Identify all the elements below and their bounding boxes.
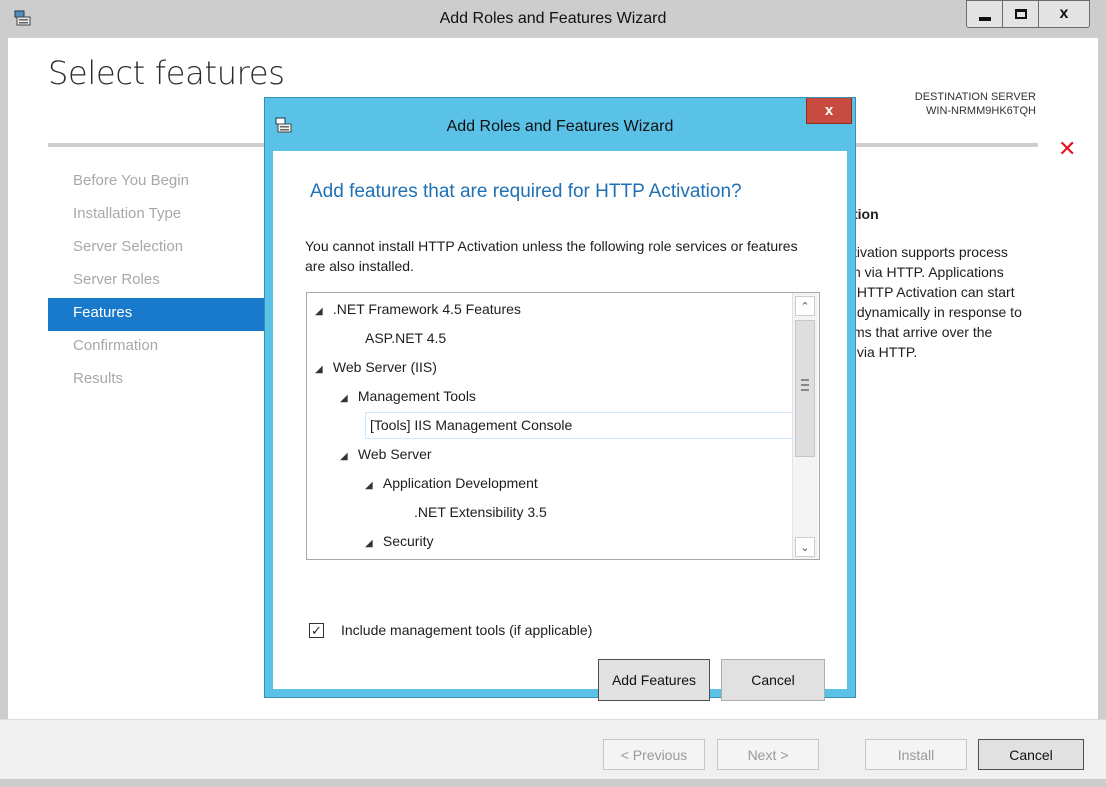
tree-item[interactable]: ASP.NET 4.5 <box>365 324 446 353</box>
expand-triangle-icon[interactable]: ◢ <box>315 297 329 326</box>
dialog-title-bar[interactable]: Add Roles and Features Wizard x <box>265 98 855 150</box>
expand-triangle-icon[interactable]: ◢ <box>315 355 329 384</box>
destination-server-name: WIN-NRMM9HK6TQH <box>926 105 1036 117</box>
tree-item[interactable]: ◢ Management Tools <box>340 382 476 411</box>
close-icon: x <box>824 102 834 119</box>
chevron-down-icon: ⌄ <box>800 541 810 554</box>
minimize-button[interactable] <box>966 0 1003 28</box>
nav-item-server-roles[interactable]: Server Roles <box>48 265 268 298</box>
maximize-button[interactable] <box>1002 0 1039 28</box>
install-button[interactable]: Install <box>865 739 967 770</box>
dialog-close-button[interactable]: x <box>806 98 852 124</box>
expand-triangle-icon[interactable]: ◢ <box>365 471 379 500</box>
tree-item-label: .NET Extensibility 3.5 <box>414 504 547 520</box>
tree-item-label: ASP.NET 4.5 <box>365 330 447 346</box>
nav-item-features[interactable]: Features <box>48 298 268 331</box>
include-management-tools-label: Include management tools (if applicable) <box>341 622 593 638</box>
dialog-heading: Add features that are required for HTTP … <box>310 181 742 202</box>
tree-item-label: .NET Framework 4.5 Features <box>332 301 521 317</box>
tree-scrollbar[interactable]: ⌃ ⌄ <box>792 293 818 559</box>
minimize-icon <box>978 17 991 21</box>
wizard-footer: < Previous Next > Install Cancel <box>0 719 1106 779</box>
wizard-nav: Before You Begin Installation Type Server … <box>48 166 268 397</box>
grip-icon <box>801 379 809 391</box>
scroll-thumb[interactable] <box>795 320 815 457</box>
chevron-up-icon: ⌃ <box>800 300 810 313</box>
page-title: Select features <box>48 54 285 92</box>
tree-item-label: Management Tools <box>357 388 476 404</box>
expand-triangle-icon[interactable]: ◢ <box>340 442 354 471</box>
nav-item-installation-type[interactable]: Installation Type <box>48 199 268 232</box>
title-bar[interactable]: Add Roles and Features Wizard x <box>0 0 1106 38</box>
tree-item-label: Security <box>382 533 434 549</box>
description-line: ms that arrive over the <box>853 324 993 340</box>
required-features-tree[interactable]: ◢ .NET Framework 4.5 Features ASP.NET 4.5… <box>306 292 820 560</box>
tree-item-label: Web Server <box>357 446 432 462</box>
description-line: tivation supports process <box>853 244 1008 260</box>
description-title: tion <box>853 206 879 222</box>
nav-item-before-you-begin[interactable]: Before You Begin <box>48 166 268 199</box>
tree-item[interactable]: ◢ Web Server <box>340 440 432 469</box>
next-button[interactable]: Next > <box>717 739 819 770</box>
tree-item[interactable]: ◢ .NET Framework 4.5 Features <box>315 295 521 324</box>
scroll-up-button[interactable]: ⌃ <box>795 296 815 316</box>
include-management-tools-option[interactable]: ✓ Include management tools (if applicabl… <box>309 621 592 639</box>
tree-item[interactable]: ◢ Web Server (IIS) <box>315 353 437 382</box>
nav-item-server-selection[interactable]: Server Selection <box>48 232 268 265</box>
description-line: n via HTTP. Applications <box>853 264 1004 280</box>
required-features-dialog: Add Roles and Features Wizard x Add feat… <box>264 97 856 701</box>
expand-triangle-icon[interactable]: ◢ <box>365 529 379 558</box>
nav-item-confirmation[interactable]: Confirmation <box>48 331 268 364</box>
scroll-down-button[interactable]: ⌄ <box>795 537 815 557</box>
destination-server-label: DESTINATION SERVER <box>914 91 1036 103</box>
description-line: dynamically in response to <box>853 304 1022 320</box>
window-title: Add Roles and Features Wizard <box>439 10 667 27</box>
tree-item-label: [Tools] IIS Management Console <box>365 412 797 439</box>
description-text: tivation supports process n via HTTP. App… <box>853 242 1063 362</box>
nav-item-results[interactable]: Results <box>48 364 268 397</box>
cancel-button[interactable]: Cancel <box>978 739 1084 770</box>
description-line: HTTP Activation can start <box>853 284 1015 300</box>
maximize-icon <box>1014 9 1027 19</box>
tree-item-label: Web Server (IIS) <box>332 359 437 375</box>
dialog-title: Add Roles and Features Wizard <box>446 118 674 135</box>
add-features-button[interactable]: Add Features <box>598 659 710 701</box>
close-button[interactable]: x <box>1038 0 1090 28</box>
error-icon[interactable]: ✕ <box>1058 136 1076 162</box>
expand-triangle-icon[interactable]: ◢ <box>340 384 354 413</box>
tree-item[interactable]: .NET Extensibility 3.5 <box>414 498 547 527</box>
dialog-content: Add features that are required for HTTP … <box>273 151 847 701</box>
tree-item[interactable]: ◢ Security <box>365 527 433 556</box>
description-line: via HTTP. <box>853 344 918 360</box>
dialog-cancel-button[interactable]: Cancel <box>721 659 825 701</box>
close-icon: x <box>1059 5 1069 22</box>
tree-item[interactable]: [Tools] IIS Management Console <box>365 411 797 440</box>
checkmark-icon: ✓ <box>311 622 322 638</box>
tree-item[interactable]: ◢ Application Development <box>365 469 538 498</box>
dialog-message: You cannot install HTTP Activation unles… <box>305 238 798 274</box>
previous-button[interactable]: < Previous <box>603 739 705 770</box>
tree-item-label: Application Development <box>382 475 538 491</box>
include-management-tools-checkbox[interactable]: ✓ <box>309 622 324 638</box>
